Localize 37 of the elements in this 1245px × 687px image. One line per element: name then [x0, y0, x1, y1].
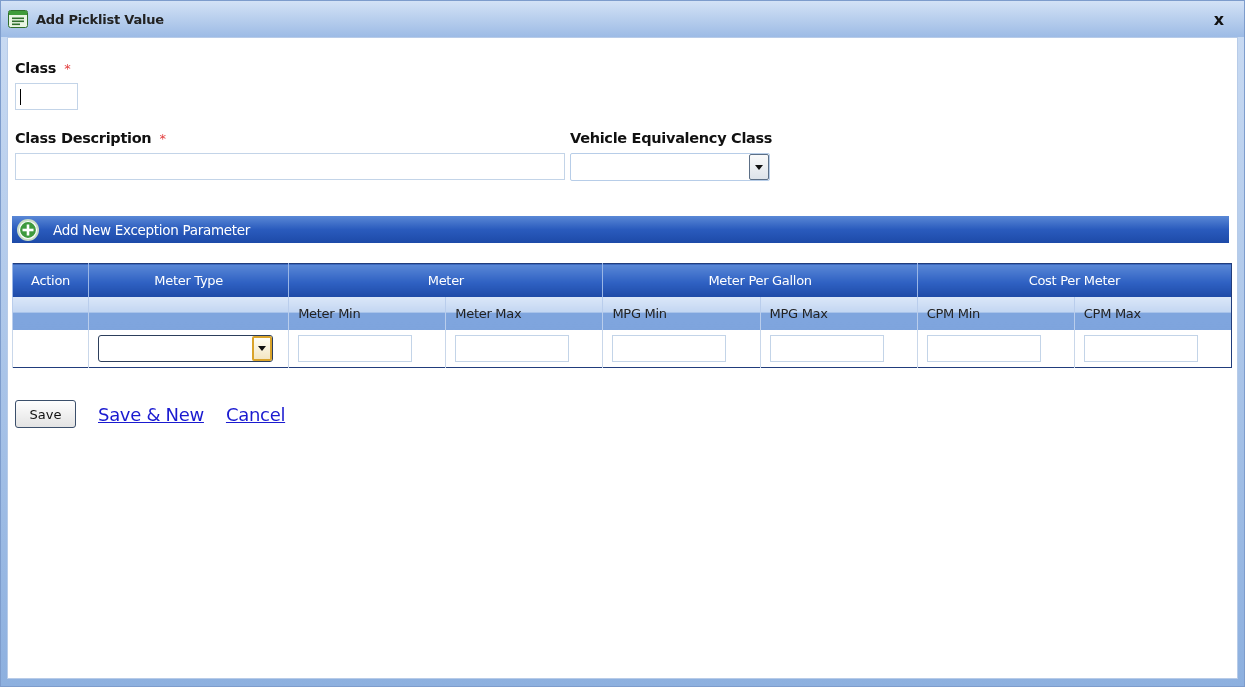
- field-label: Vehicle Equivalency Class: [570, 130, 773, 146]
- column-header: MPG Max: [760, 297, 918, 330]
- caret-icon: [258, 346, 267, 351]
- close-button[interactable]: x: [1211, 9, 1226, 29]
- input-field[interactable]: [769, 335, 884, 362]
- input-field[interactable]: [15, 83, 78, 110]
- section-title: Add New Exception Parameter: [53, 221, 251, 238]
- field-label: Class: [15, 60, 57, 76]
- required-mark: *: [64, 61, 71, 76]
- column-header: MPG Min: [602, 297, 761, 330]
- input-field[interactable]: [1083, 335, 1198, 362]
- dropdown-field[interactable]: [98, 335, 274, 362]
- input-field[interactable]: [15, 153, 565, 180]
- save-button[interactable]: Save: [15, 400, 76, 428]
- column-header: Action: [12, 263, 89, 297]
- column-header: Meter: [288, 263, 603, 297]
- required-mark: *: [159, 131, 166, 146]
- form-icon: [8, 10, 28, 28]
- input-field[interactable]: [455, 335, 570, 362]
- section-bar[interactable]: Add New Exception Parameter: [12, 216, 1229, 243]
- add-icon: [16, 217, 40, 242]
- link[interactable]: Save & New: [98, 403, 204, 425]
- link[interactable]: Cancel: [225, 403, 286, 425]
- text-cursor: [20, 89, 21, 105]
- window-title: Add Picklist Value: [36, 11, 164, 27]
- input-field[interactable]: [298, 335, 413, 362]
- input-field[interactable]: [612, 335, 727, 362]
- column-header: Meter Max: [445, 297, 603, 330]
- column-header: CPM Min: [917, 297, 1075, 330]
- caret-icon: [755, 164, 763, 170]
- column-header: Meter Min: [288, 297, 446, 330]
- input-field[interactable]: [926, 335, 1041, 362]
- column-header: CPM Max: [1074, 297, 1232, 330]
- field-label: Class Description: [15, 130, 152, 146]
- column-header: Cost Per Meter: [917, 263, 1232, 297]
- column-header: Meter Type: [88, 263, 289, 297]
- column-header: Meter Per Gallon: [602, 263, 918, 297]
